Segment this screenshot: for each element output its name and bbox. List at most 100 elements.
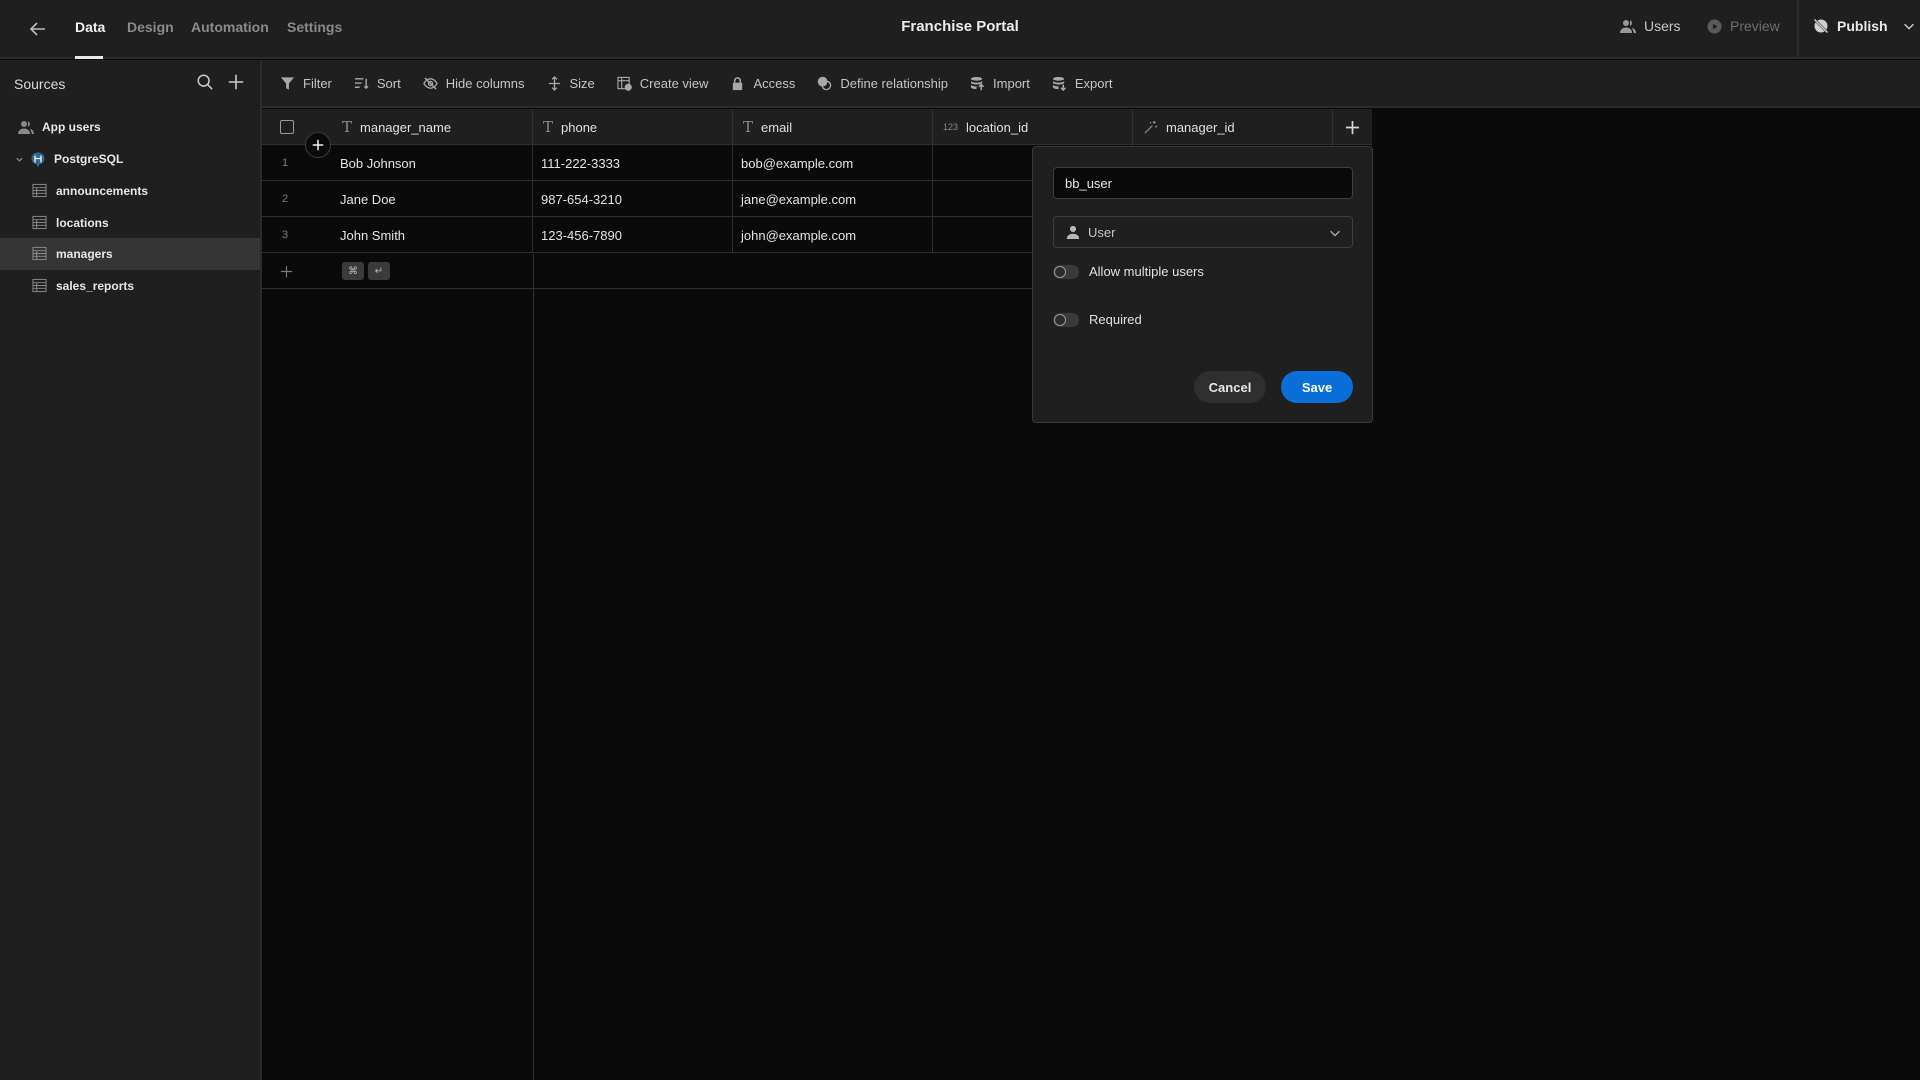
sort-icon bbox=[354, 77, 369, 89]
column-type-select[interactable]: User bbox=[1053, 216, 1353, 248]
users-button[interactable]: Users bbox=[1620, 18, 1681, 34]
column-type-value: User bbox=[1088, 224, 1116, 240]
table-icon bbox=[32, 278, 48, 294]
toggle-switch[interactable] bbox=[1053, 312, 1079, 327]
search-sources-button[interactable] bbox=[196, 73, 216, 93]
cell-manager-name[interactable]: Bob Johnson bbox=[332, 145, 533, 181]
chevron-down-icon[interactable] bbox=[1902, 19, 1916, 33]
access-button[interactable]: Access bbox=[730, 76, 795, 91]
table-icon bbox=[32, 246, 48, 262]
column-name: email bbox=[761, 119, 793, 135]
preview-button[interactable]: Preview bbox=[1707, 18, 1780, 34]
search-icon bbox=[197, 74, 213, 90]
users-label: Users bbox=[1644, 18, 1681, 34]
toggle-switch[interactable] bbox=[1053, 264, 1079, 279]
select-all-checkbox[interactable] bbox=[280, 120, 294, 134]
sources-title: Sources bbox=[14, 76, 66, 92]
sidebar-item-postgresql[interactable]: PostgreSQL bbox=[0, 143, 260, 175]
create-view-label: Create view bbox=[639, 75, 709, 91]
new-column-popover: User Allow multiple users Required Cance… bbox=[1032, 146, 1373, 423]
cell-phone[interactable]: 123-456-7890 bbox=[533, 217, 733, 253]
top-bar: Data Design Automation Settings Franchis… bbox=[0, 0, 1920, 59]
add-row-button[interactable] bbox=[262, 253, 332, 289]
allow-multiple-users-toggle[interactable]: Allow multiple users bbox=[1053, 264, 1204, 279]
sidebar-item-label: locations bbox=[56, 216, 109, 230]
cell-manager-name[interactable]: Jane Doe bbox=[332, 181, 533, 217]
globe-off-icon bbox=[1813, 18, 1829, 34]
active-tab-indicator bbox=[75, 56, 103, 59]
column-name: manager_id bbox=[1166, 119, 1235, 135]
table-add-icon bbox=[617, 76, 632, 91]
required-toggle[interactable]: Required bbox=[1053, 312, 1142, 327]
plus-icon bbox=[1345, 120, 1360, 134]
sidebar-item-locations[interactable]: locations bbox=[0, 207, 260, 239]
preview-label: Preview bbox=[1730, 18, 1780, 34]
users-icon bbox=[1620, 20, 1636, 33]
column-name-input[interactable] bbox=[1053, 167, 1353, 199]
sidebar-item-sales-reports[interactable]: sales_reports bbox=[0, 270, 260, 302]
sort-button[interactable]: Sort bbox=[354, 76, 401, 91]
column-header-location-id[interactable]: 123 location_id bbox=[933, 109, 1133, 145]
text-type-icon: T bbox=[543, 118, 554, 136]
sidebar-item-announcements[interactable]: announcements bbox=[0, 175, 260, 207]
sort-label: Sort bbox=[376, 75, 401, 91]
back-button[interactable] bbox=[26, 17, 50, 41]
hide-columns-button[interactable]: Hide columns bbox=[422, 76, 525, 91]
eye-off-icon bbox=[422, 76, 438, 90]
users-icon bbox=[18, 119, 34, 135]
add-column-button[interactable] bbox=[1333, 109, 1372, 145]
filter-button[interactable]: Filter bbox=[280, 76, 332, 91]
chevron-down-icon[interactable] bbox=[15, 155, 24, 164]
tab-design[interactable]: Design bbox=[127, 19, 174, 35]
size-button[interactable]: Size bbox=[547, 76, 595, 91]
arrow-left-icon bbox=[29, 22, 45, 36]
plus-icon bbox=[228, 74, 244, 90]
cell-email[interactable]: bob@example.com bbox=[733, 145, 933, 181]
cell-phone[interactable]: 111-222-3333 bbox=[533, 145, 733, 181]
publish-button[interactable]: Publish bbox=[1813, 18, 1916, 34]
tab-settings[interactable]: Settings bbox=[287, 19, 342, 35]
chevron-down-icon bbox=[1330, 230, 1340, 237]
add-source-button[interactable] bbox=[227, 73, 247, 93]
save-button[interactable]: Save bbox=[1281, 371, 1353, 403]
cell-email[interactable]: jane@example.com bbox=[733, 181, 933, 217]
plus-icon bbox=[312, 139, 324, 151]
sidebar-item-label: App users bbox=[42, 120, 101, 134]
filter-label: Filter bbox=[303, 75, 332, 91]
define-relationship-label: Define relationship bbox=[840, 75, 949, 91]
column-header-manager-name[interactable]: T manager_name bbox=[332, 109, 533, 145]
cancel-button[interactable]: Cancel bbox=[1194, 371, 1266, 403]
sidebar-item-label: sales_reports bbox=[56, 279, 135, 293]
filter-icon bbox=[280, 76, 295, 90]
export-button[interactable]: Export bbox=[1052, 76, 1112, 91]
column-name: manager_name bbox=[360, 119, 452, 135]
relationship-icon bbox=[818, 76, 832, 90]
access-label: Access bbox=[753, 75, 796, 91]
define-relationship-button[interactable]: Define relationship bbox=[817, 76, 948, 91]
column-header-email[interactable]: T email bbox=[733, 109, 933, 145]
sticky-column-divider bbox=[533, 254, 534, 1080]
tab-data[interactable]: Data bbox=[75, 19, 105, 35]
cell-email[interactable]: john@example.com bbox=[733, 217, 933, 253]
sidebar: Sources App users PostgreSQL announcemen… bbox=[0, 60, 262, 1080]
import-button[interactable]: Import bbox=[970, 76, 1030, 91]
postgresql-icon bbox=[30, 151, 46, 167]
add-row-shortcut: ⌘ ↵ bbox=[342, 262, 394, 280]
sidebar-item-label: managers bbox=[56, 247, 113, 261]
tab-automation[interactable]: Automation bbox=[191, 19, 269, 35]
cell-phone[interactable]: 987-654-3210 bbox=[533, 181, 733, 217]
app-title: Franchise Portal bbox=[901, 18, 1019, 35]
table-toolbar: Filter Sort Hide columns Size Create vie… bbox=[262, 60, 1920, 108]
sidebar-item-managers[interactable]: managers bbox=[0, 238, 260, 270]
lock-icon bbox=[733, 76, 743, 90]
cell-manager-name[interactable]: John Smith bbox=[332, 217, 533, 253]
column-header-phone[interactable]: T phone bbox=[533, 109, 733, 145]
row-number: 2 bbox=[282, 193, 289, 205]
topbar-divider bbox=[1797, 0, 1799, 58]
enter-key-icon: ↵ bbox=[368, 262, 390, 280]
create-view-button[interactable]: Create view bbox=[617, 75, 709, 91]
sidebar-item-app-users[interactable]: App users bbox=[0, 111, 260, 143]
insert-row-button[interactable] bbox=[305, 132, 331, 158]
column-header-manager-id[interactable]: manager_id bbox=[1133, 109, 1333, 145]
play-circle-icon bbox=[1707, 18, 1722, 34]
